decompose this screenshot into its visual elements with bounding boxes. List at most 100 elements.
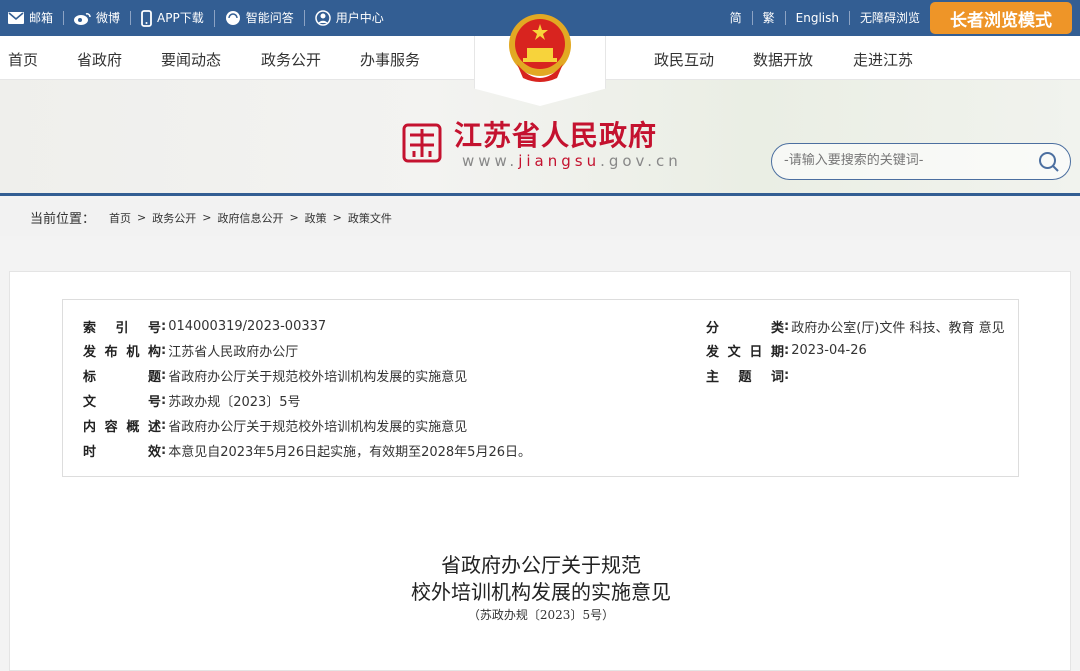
label-char: 文 — [83, 394, 97, 410]
phone-icon — [141, 9, 152, 27]
info-row: 发文日期:2023-04-26 — [706, 341, 867, 361]
info-label: 内容概述 — [83, 416, 161, 435]
breadcrumb-item[interactable]: 首页 — [109, 210, 131, 226]
url-pre: www. — [462, 152, 519, 170]
label-char: 主 — [706, 370, 720, 386]
topbar-right-link[interactable]: English — [786, 11, 850, 25]
info-label: 发文日期 — [706, 341, 784, 360]
label-char: 号 — [147, 394, 161, 410]
info-row: 主题词: — [706, 366, 790, 386]
info-label: 分类 — [706, 317, 784, 336]
info-row: 文号: 苏政办规〔2023〕5号 — [83, 391, 301, 410]
info-row: 时效: 本意见自2023年5月26日起实施，有效期至2028年5月26日。 — [83, 441, 531, 460]
info-row: 发布机构: 江苏省人民政府办公厅 — [83, 341, 299, 361]
info-label: 标题 — [83, 366, 161, 385]
label-char: 内 — [83, 419, 97, 435]
document-title-line2: 校外培训机构发展的实施意见 — [411, 580, 671, 604]
label-char: 文 — [727, 345, 741, 361]
label-char: 索 — [83, 320, 97, 336]
info-row: 标题: 省政府办公厅关于规范校外培训机构发展的实施意见 — [83, 366, 468, 386]
topbar-link-label: 微博 — [96, 11, 121, 25]
label-char: 标 — [83, 370, 97, 386]
breadcrumb-separator: > — [332, 211, 342, 224]
label-char: 发 — [706, 345, 720, 361]
info-label: 发布机构 — [83, 341, 161, 360]
label-char: 引 — [115, 320, 129, 336]
info-value: 省政府办公厅关于规范校外培训机构发展的实施意见 — [168, 370, 468, 386]
nav-item[interactable]: 要闻动态 — [161, 49, 221, 70]
label-char: 题 — [147, 370, 161, 386]
info-value: 014000319/2023-00337 — [168, 318, 327, 334]
info-value: 苏政办规〔2023〕5号 — [168, 394, 301, 410]
info-value: 省政府办公厅关于规范校外培训机构发展的实施意见 — [168, 419, 468, 435]
user-icon — [314, 10, 331, 26]
label-char: 容 — [104, 419, 118, 435]
mail-icon — [8, 12, 24, 24]
topbar-link[interactable]: 微博 — [64, 11, 132, 25]
search-input[interactable] — [784, 153, 1024, 168]
breadcrumb-item[interactable]: 政府信息公开 — [217, 210, 283, 226]
breadcrumb-label: 当前位置： — [30, 212, 96, 227]
national-emblem-icon — [509, 14, 571, 82]
topbar-link[interactable]: 智能问答 — [215, 10, 305, 26]
nav-item[interactable]: 政民互动 — [654, 49, 714, 70]
label-char: 日 — [749, 345, 763, 361]
topbar-link-label: 用户中心 — [335, 11, 384, 25]
site-name: 江苏省人民政府 — [454, 119, 658, 152]
topbar-right-link[interactable]: 简 — [720, 11, 753, 25]
label-char: 构 — [147, 345, 161, 361]
topbar-link-label: APP下载 — [157, 11, 204, 25]
label-char: 题 — [738, 370, 752, 386]
elder-mode-button[interactable]: 长者浏览模式 — [930, 2, 1072, 34]
url-mid: jiangsu — [518, 152, 601, 170]
jiangsu-logo-icon — [402, 123, 442, 163]
topbar-link[interactable]: 邮箱 — [8, 11, 65, 25]
nav-item[interactable]: 数据开放 — [753, 49, 813, 70]
label-char: 号 — [147, 320, 161, 336]
label-char: 机 — [126, 345, 140, 361]
label-char: 分 — [706, 320, 720, 336]
info-value: 政府办公室(厅)文件 科技、教育 意见 — [791, 320, 1005, 336]
site-url[interactable]: www.jiangsu.gov.cn — [462, 152, 682, 170]
info-row: 内容概述: 省政府办公厅关于规范校外培训机构发展的实施意见 — [83, 416, 468, 435]
weibo-icon — [74, 12, 91, 25]
info-label: 时效 — [83, 441, 161, 460]
info-row: 分类: 政府办公室(厅)文件 科技、教育 意见 — [706, 317, 1005, 336]
nav-item[interactable]: 政务公开 — [261, 49, 321, 70]
info-value: 2023-04-26 — [791, 343, 867, 359]
info-value: 本意见自2023年5月26日起实施，有效期至2028年5月26日。 — [168, 444, 531, 460]
breadcrumb-item[interactable]: 政策文件 — [348, 210, 392, 226]
label-char: 期 — [770, 345, 784, 361]
url-post: .gov.cn — [600, 152, 682, 170]
topbar-link[interactable]: APP下载 — [131, 9, 215, 27]
label-char: 词 — [770, 370, 784, 386]
nav-item[interactable]: 省政府 — [77, 49, 122, 70]
label-char: 时 — [83, 444, 97, 460]
document-title-line1: 省政府办公厅关于规范 — [441, 553, 641, 577]
breadcrumb-separator: > — [289, 211, 299, 224]
info-label: 主题词 — [706, 366, 784, 385]
info-label: 文号 — [83, 391, 161, 410]
info-value: 江苏省人民政府办公厅 — [168, 345, 299, 361]
nav-item[interactable]: 办事服务 — [360, 49, 420, 70]
topbar-right-link[interactable]: 无障碍浏览 — [850, 11, 930, 25]
nav-item[interactable]: 首页 — [8, 49, 38, 70]
breadcrumb-item[interactable]: 政务公开 — [152, 210, 196, 226]
breadcrumb-item[interactable]: 政策 — [305, 210, 327, 226]
chat-icon — [225, 10, 241, 26]
label-char: 布 — [104, 345, 118, 361]
search-box — [771, 143, 1071, 180]
search-icon[interactable] — [1038, 151, 1060, 173]
topbar-link[interactable]: 用户中心 — [305, 10, 394, 26]
label-char: 概 — [126, 419, 140, 435]
document-info-table: 索引号:014000319/2023-00337 发布机构: 江苏省人民政府办公厅标… — [62, 299, 1019, 477]
breadcrumb: 当前位置： 首页 > 政务公开 > 政府信息公开 > 政策 > 政策文件 — [0, 199, 1080, 236]
label-char: 类 — [770, 320, 784, 336]
breadcrumb-separator: > — [137, 211, 147, 224]
label-char: 效 — [147, 444, 161, 460]
info-row: 索引号:014000319/2023-00337 — [83, 317, 327, 336]
nav-item[interactable]: 走进江苏 — [853, 49, 913, 70]
content-panel: 索引号:014000319/2023-00337 发布机构: 江苏省人民政府办公厅标… — [9, 271, 1071, 671]
topbar-right-link[interactable]: 繁 — [753, 11, 786, 25]
info-label: 索引号 — [83, 317, 161, 336]
